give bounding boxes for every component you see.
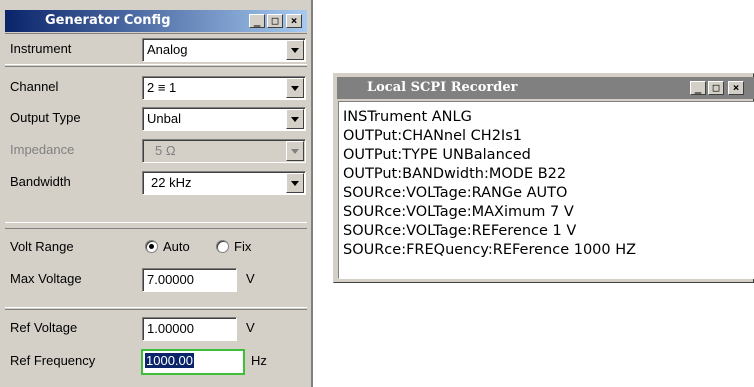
scpi-command-line: OUTPut:CHANnel CH2Is1: [343, 128, 522, 144]
scpi-command-line: OUTPut:BANDwidth:MODE B22: [343, 166, 567, 182]
close-button[interactable]: ×: [728, 81, 744, 95]
radio-selected-dot: [149, 244, 154, 249]
max-voltage-input[interactable]: 7.00000: [142, 268, 237, 292]
generator-config-title: Generator Config: [45, 13, 171, 28]
close-button[interactable]: ×: [286, 14, 302, 28]
ref-frequency-input[interactable]: 1000.00: [141, 349, 245, 375]
ref-frequency-unit: Hz: [251, 353, 267, 368]
reference-panel: Ref Voltage 1.00000 V Ref Frequency 1000…: [5, 309, 307, 387]
instrument-dropdown-button[interactable]: [286, 40, 304, 60]
impedance-row: Impedance 5 Ω: [5, 135, 307, 165]
scpi-command-line: SOURce:VOLTage:RANGe AUTO: [343, 185, 568, 201]
impedance-label: Impedance: [10, 142, 75, 157]
instrument-panel: Instrument Analog: [5, 33, 307, 65]
scpi-command-line: SOURce:VOLTage:MAXimum 7 V: [343, 204, 574, 220]
maximize-button[interactable]: □: [267, 14, 283, 28]
output-type-dropdown-button[interactable]: [286, 109, 304, 129]
generator-config-window: Generator Config _ □ × Instrument Analog…: [0, 0, 313, 387]
volt-range-auto-radio[interactable]: [145, 240, 158, 253]
bandwidth-dropdown-button[interactable]: [286, 173, 304, 193]
ref-voltage-label: Ref Voltage: [10, 320, 78, 335]
max-voltage-unit: V: [246, 271, 255, 286]
chevron-down-icon: [291, 149, 299, 154]
volt-range-label: Volt Range: [10, 239, 74, 254]
instrument-value: Analog: [147, 42, 188, 57]
voltage-panel: Volt Range Auto Fix Max Voltage 7.00000 …: [5, 228, 307, 308]
impedance-value: 5 Ω: [155, 143, 176, 158]
minimize-button[interactable]: _: [249, 14, 265, 28]
instrument-select[interactable]: Analog: [142, 38, 306, 62]
volt-range-fix-label[interactable]: Fix: [234, 239, 251, 254]
impedance-dropdown-button: [286, 141, 304, 161]
output-type-value: Unbal: [147, 111, 181, 126]
ref-frequency-label: Ref Frequency: [10, 353, 96, 368]
scpi-command-line: INSTrument ANLG: [343, 109, 472, 125]
minimize-button[interactable]: _: [690, 81, 706, 95]
max-voltage-value: 7.00000: [147, 272, 194, 287]
output-type-select[interactable]: Unbal: [142, 107, 306, 131]
instrument-label: Instrument: [10, 41, 72, 56]
ref-frequency-value: 1000.00: [145, 353, 194, 368]
bandwidth-row: Bandwidth 22 kHz: [5, 167, 307, 197]
ref-voltage-input[interactable]: 1.00000: [142, 317, 237, 341]
bandwidth-value: 22 kHz: [151, 175, 192, 190]
ref-frequency-row: Ref Frequency 1000.00 Hz: [5, 346, 307, 376]
max-voltage-row: Max Voltage 7.00000 V: [5, 264, 307, 294]
scpi-command-line: OUTPut:TYPE UNBalanced: [343, 147, 531, 163]
channel-row: Channel 2 ≡ 1: [5, 72, 307, 102]
instrument-row: Instrument Analog: [5, 34, 307, 64]
ref-voltage-row: Ref Voltage 1.00000 V: [5, 313, 307, 343]
output-type-label: Output Type: [10, 110, 81, 125]
volt-range-row: Volt Range Auto Fix: [5, 232, 307, 262]
chevron-down-icon: [291, 86, 299, 91]
scpi-command-log[interactable]: INSTrument ANLG OUTPut:CHANnel CH2Is1 OU…: [338, 101, 754, 279]
channel-label: Channel: [10, 79, 59, 94]
output-type-row: Output Type Unbal: [5, 103, 307, 133]
scpi-recorder-title: Local SCPI Recorder: [367, 80, 518, 95]
output-panel: Channel 2 ≡ 1 Output Type Unbal Impedanc…: [5, 66, 307, 223]
scpi-command-line: SOURce:FREQuency:REFerence 1000 HZ: [343, 242, 637, 258]
chevron-down-icon: [291, 181, 299, 186]
volt-range-auto-label[interactable]: Auto: [163, 239, 190, 254]
bandwidth-select[interactable]: 22 kHz: [142, 171, 306, 195]
scpi-recorder-titlebar[interactable]: Local SCPI Recorder _ □ ×: [337, 77, 754, 99]
bandwidth-label: Bandwidth: [10, 174, 71, 189]
volt-range-fix-radio[interactable]: [216, 240, 229, 253]
chevron-down-icon: [291, 117, 299, 122]
maximize-button[interactable]: □: [708, 81, 724, 95]
generator-config-titlebar[interactable]: Generator Config _ □ ×: [5, 10, 307, 32]
ref-voltage-value: 1.00000: [147, 321, 194, 336]
scpi-command-line: SOURce:VOLTage:REFerence 1 V: [343, 223, 577, 239]
scpi-recorder-window: Local SCPI Recorder _ □ × INSTrument ANL…: [333, 73, 754, 283]
impedance-select: 5 Ω: [142, 139, 306, 163]
channel-value: 2 ≡ 1: [147, 80, 177, 95]
ref-voltage-unit: V: [246, 320, 255, 335]
channel-select[interactable]: 2 ≡ 1: [142, 76, 306, 100]
chevron-down-icon: [291, 48, 299, 53]
channel-dropdown-button[interactable]: [286, 78, 304, 98]
max-voltage-label: Max Voltage: [10, 271, 82, 286]
